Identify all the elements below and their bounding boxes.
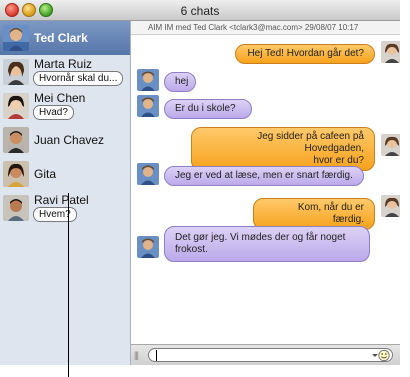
message-input-bar: ||| (131, 344, 400, 365)
avatar (3, 127, 29, 153)
avatar (3, 93, 29, 119)
avatar (137, 236, 159, 258)
avatar (3, 25, 29, 51)
contact-name: Ted Clark (34, 31, 88, 45)
contact-name: Mei Chen (34, 91, 86, 105)
message-text: Det gør jeg. Vi mødes der og får noget (175, 232, 346, 243)
avatar (3, 195, 29, 221)
title-bar[interactable]: 6 chats (0, 0, 400, 21)
avatar (3, 161, 29, 187)
last-message-preview: Hvornår skal du... (33, 71, 124, 86)
message-text: Er du i skole? (175, 103, 236, 114)
chat-transcript[interactable]: Hej Ted! Hvordan går det? hej Er du i sk… (131, 36, 400, 344)
callout-line (68, 193, 69, 377)
message-text: Jeg sidder på cafeen på Hovedgaden, (257, 131, 364, 154)
chat-header: AIM IM med Ted Clark <tclark3@mac.com> 2… (131, 21, 400, 35)
message-input[interactable] (148, 348, 393, 362)
chat-list-sidebar: Ted Clark Marta Ruiz Hvornår skal du... … (0, 21, 131, 365)
chat-item-mei-chen[interactable]: Mei Chen Hvad? (0, 89, 130, 123)
chat-item-ted-clark[interactable]: Ted Clark (0, 21, 130, 55)
message-bubble-incoming: hej (164, 72, 196, 92)
message-text: hej (175, 76, 189, 87)
contact-name: Ravi Patel (34, 193, 89, 207)
text-caret (156, 350, 157, 361)
window-title: 6 chats (180, 4, 220, 18)
avatar (381, 41, 400, 63)
last-message-preview: Hvad? (33, 105, 74, 120)
message-text: Hej Ted! Hvordan går det? (247, 48, 364, 59)
contact-name: Gita (34, 167, 57, 181)
avatar (137, 95, 159, 117)
chat-item-ravi-patel[interactable]: Ravi Patel Hvem? (0, 191, 130, 225)
message-bubble-incoming: Er du i skole? (164, 99, 252, 119)
last-message-preview: Hvem? (33, 207, 77, 222)
resize-grip-icon[interactable]: ||| (134, 350, 139, 360)
message-text: frokost. (175, 244, 208, 255)
contact-name: Juan Chavez (34, 133, 105, 147)
ichat-window: 6 chats Ted Clark Marta Ruiz Hvornår ska… (0, 0, 400, 365)
avatar (137, 163, 159, 185)
contact-name: Marta Ruiz (34, 57, 93, 71)
message-bubble-incoming: Jeg er ved at læse, men er snart færdig. (164, 166, 364, 186)
chat-item-gita[interactable]: Gita (0, 157, 130, 191)
avatar (381, 195, 400, 217)
avatar (381, 134, 400, 156)
message-text: Kom, når du er færdig. (297, 202, 364, 225)
chat-item-marta-ruiz[interactable]: Marta Ruiz Hvornår skal du... (0, 55, 130, 89)
chat-item-juan-chavez[interactable]: Juan Chavez (0, 123, 130, 157)
avatar (137, 69, 159, 91)
message-bubble-incoming: Det gør jeg. Vi mødes der og får noget f… (164, 226, 370, 262)
message-bubble-outgoing: Hej Ted! Hvordan går det? (235, 44, 375, 64)
avatar (3, 59, 29, 85)
message-bubble-outgoing: Jeg sidder på cafeen på Hovedgaden, hvor… (191, 127, 375, 171)
message-text: Jeg er ved at læse, men er snart færdig. (175, 170, 353, 181)
smiley-face-icon[interactable] (371, 349, 391, 362)
